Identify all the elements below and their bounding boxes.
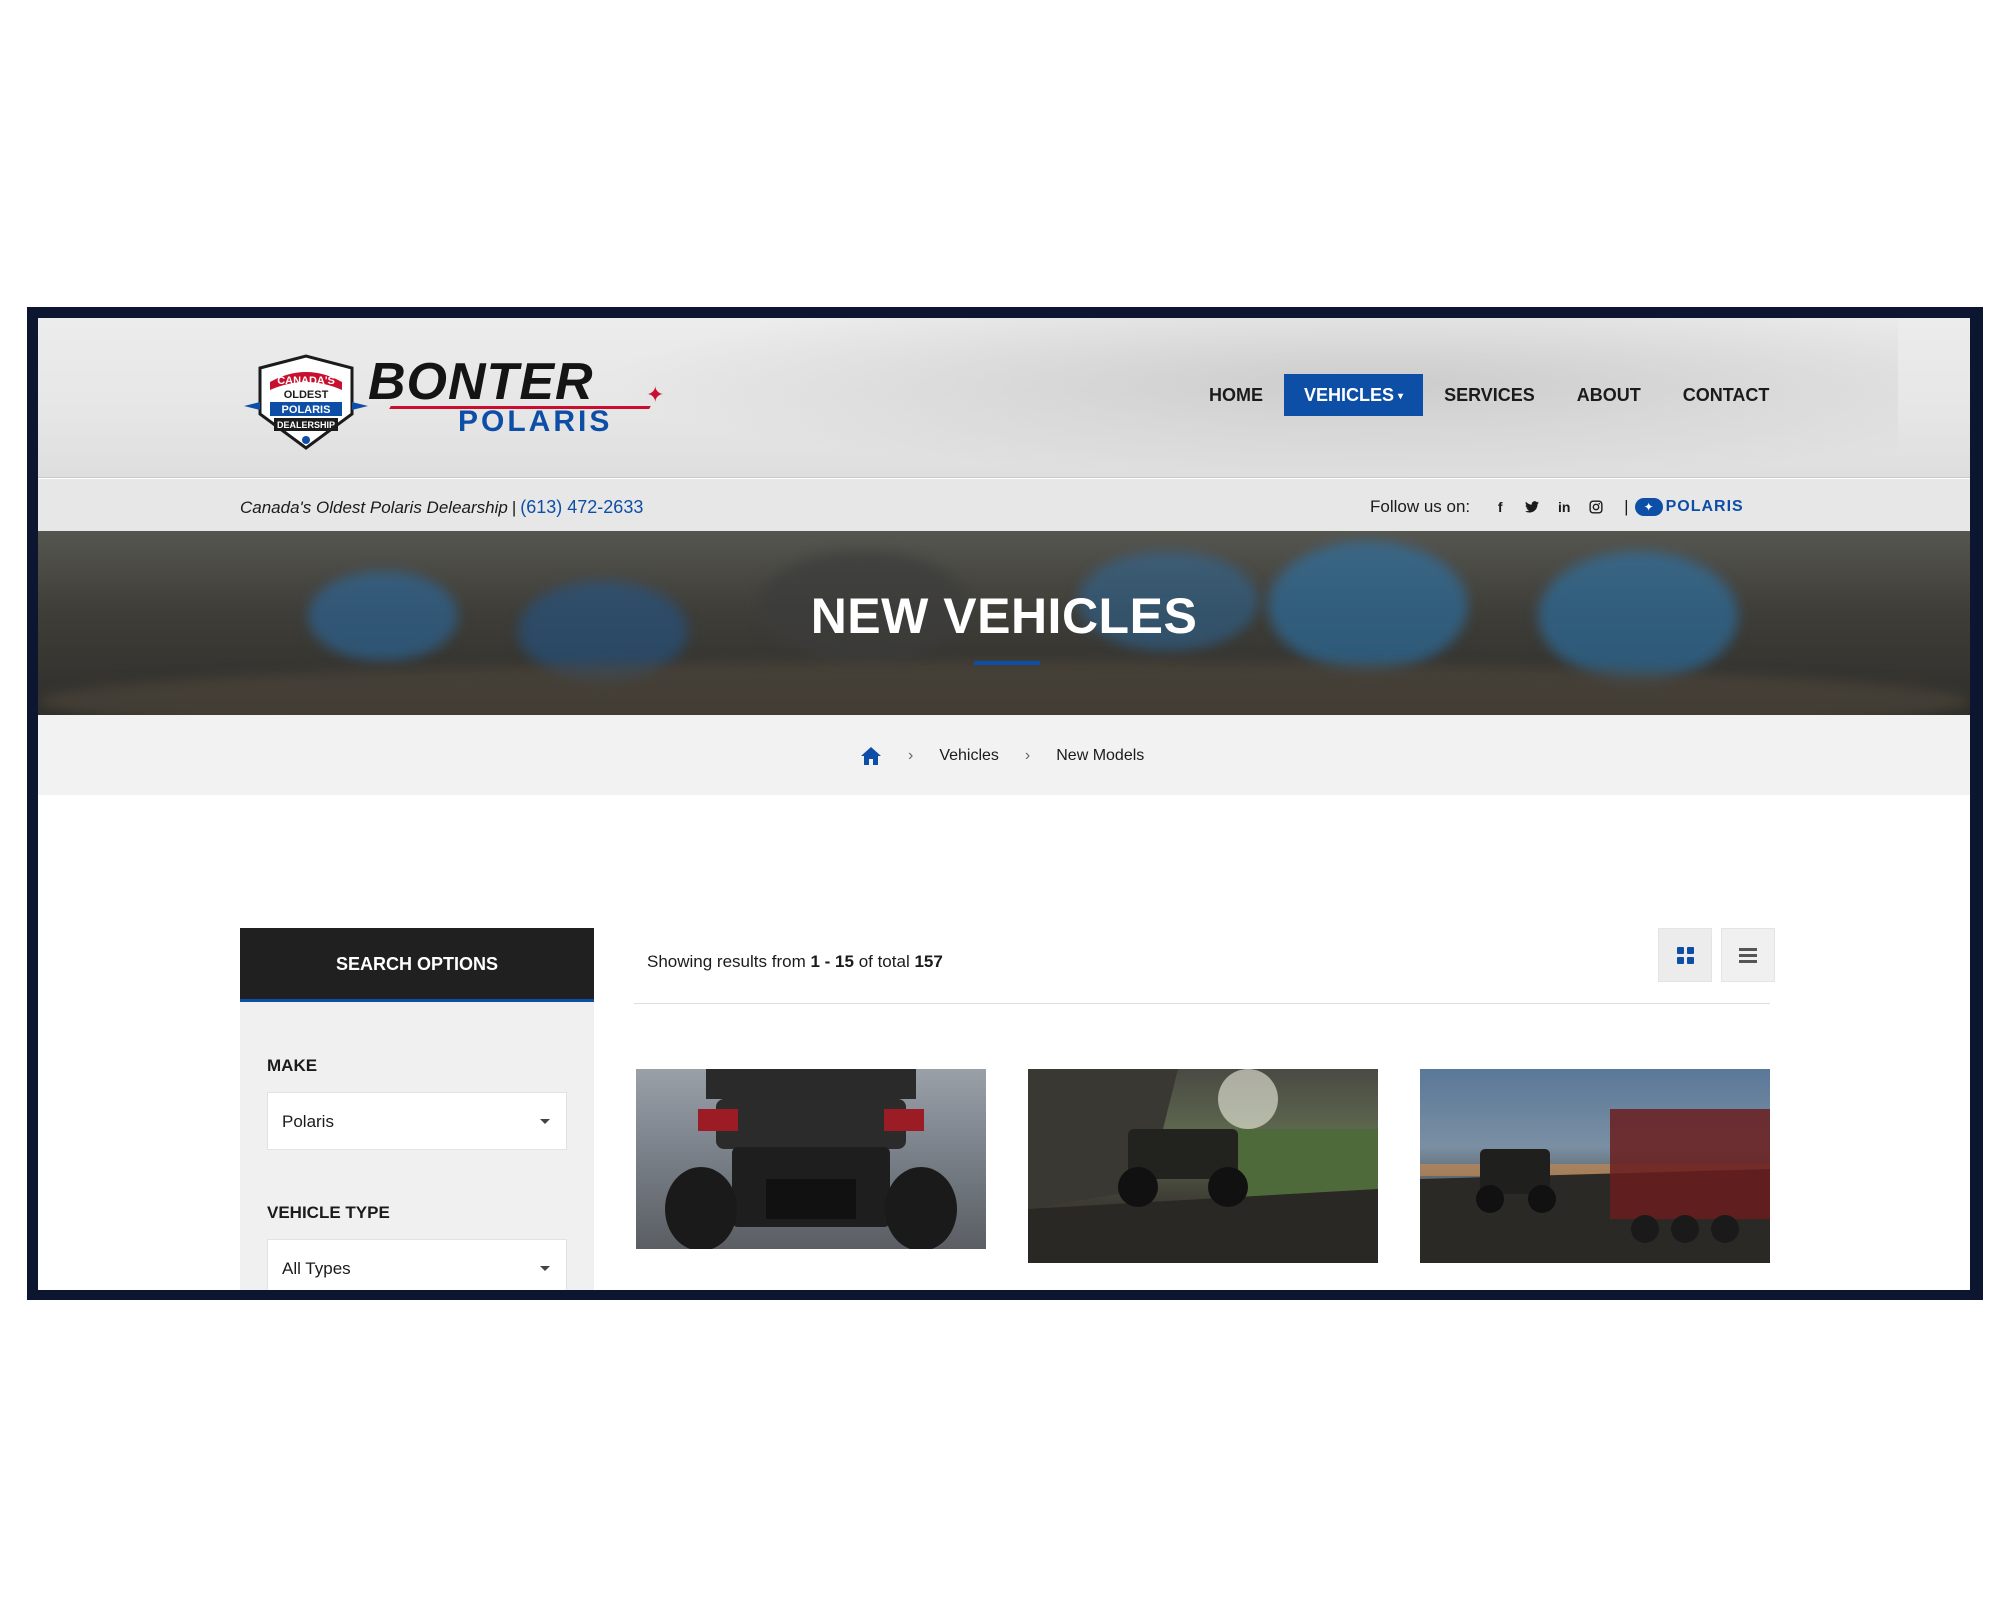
nav-services[interactable]: SERVICES — [1423, 374, 1556, 416]
make-select[interactable]: Polaris — [267, 1092, 567, 1150]
instagram-icon[interactable] — [1584, 495, 1608, 519]
nav-contact[interactable]: CONTACT — [1662, 374, 1791, 416]
browser-viewport: CANADA'S OLDEST POLARIS DEALERSHIP BONTE… — [38, 318, 1970, 1290]
nav-vehicles-label: VEHICLES — [1304, 385, 1395, 405]
grid-view-button[interactable] — [1658, 928, 1712, 982]
nav-vehicles[interactable]: VEHICLES ▾ — [1284, 374, 1424, 416]
twitter-icon[interactable] — [1520, 495, 1544, 519]
brand-name: BONTER — [368, 353, 594, 411]
chevron-right-icon: › — [908, 747, 914, 764]
grid-view-icon — [1676, 946, 1694, 964]
svg-text:OLDEST: OLDEST — [284, 389, 329, 401]
page-title: NEW VEHICLES — [810, 588, 1198, 644]
dealership-badge-icon: CANADA'S OLDEST POLARIS DEALERSHIP — [244, 354, 368, 450]
caret-down-icon — [540, 1119, 550, 1124]
title-underline — [974, 661, 1040, 665]
nav-about[interactable]: ABOUT — [1556, 374, 1662, 416]
breadcrumb-vehicles[interactable]: Vehicles — [939, 747, 999, 765]
svg-text:CANADA'S: CANADA'S — [277, 375, 335, 387]
nav-home[interactable]: HOME — [1188, 374, 1284, 416]
breadcrumb: › Vehicles › New Models — [38, 715, 1970, 795]
brand-subname: POLARIS — [458, 405, 613, 438]
list-view-icon — [1739, 947, 1757, 963]
tagline-text: Canada's Oldest Polaris Delearship — [240, 498, 508, 517]
polaris-partner-logo[interactable]: ✦ POLARIS — [1634, 498, 1744, 516]
info-bar: Canada's Oldest Polaris Delearship | (613)… — [38, 479, 1970, 531]
list-view-button[interactable] — [1721, 928, 1775, 982]
search-options-panel: MAKE Polaris VEHICLE TYPE All Types — [240, 1002, 594, 1290]
main-nav: HOME VEHICLES ▾ SERVICES ABOUT CONTACT — [1188, 374, 1790, 416]
svg-text:DEALERSHIP: DEALERSHIP — [277, 420, 335, 430]
home-icon[interactable] — [860, 746, 882, 766]
phone-link[interactable]: (613) 472-2633 — [520, 497, 643, 517]
svg-text:POLARIS: POLARIS — [282, 404, 331, 416]
vehicle-image[interactable] — [1028, 1069, 1378, 1263]
breadcrumb-current: New Models — [1056, 747, 1145, 764]
follow-label: Follow us on: — [1370, 497, 1471, 516]
site-header: CANADA'S OLDEST POLARIS DEALERSHIP BONTE… — [38, 318, 1970, 478]
vehicle-type-select[interactable]: All Types — [267, 1239, 567, 1290]
vehicle-type-label: VEHICLE TYPE — [267, 1203, 390, 1222]
tagline: Canada's Oldest Polaris Delearship | (613)… — [240, 497, 644, 517]
caret-down-icon: ▾ — [1398, 391, 1404, 402]
social-follow: Follow us on: f in | ✦ POLARIS — [1370, 495, 1744, 519]
maple-leaf-icon: ✦ — [646, 382, 665, 407]
results-divider — [634, 1003, 1770, 1004]
polaris-star-icon: ✦ — [1634, 498, 1663, 516]
results-summary: Showing results from 1 - 15 of total 157 — [647, 952, 943, 971]
facebook-icon[interactable]: f — [1488, 495, 1512, 519]
chevron-right-icon: › — [1024, 747, 1031, 764]
make-label: MAKE — [267, 1056, 318, 1075]
hero-banner: NEW VEHICLES — [38, 531, 1970, 715]
search-options-heading: SEARCH OPTIONS — [240, 928, 594, 1002]
vehicle-image[interactable] — [636, 1069, 986, 1249]
linkedin-icon[interactable]: in — [1552, 495, 1576, 519]
vehicle-image[interactable] — [1420, 1069, 1770, 1263]
caret-down-icon — [540, 1266, 550, 1271]
site-logo[interactable]: CANADA'S OLDEST POLARIS DEALERSHIP BONTE… — [240, 353, 664, 450]
